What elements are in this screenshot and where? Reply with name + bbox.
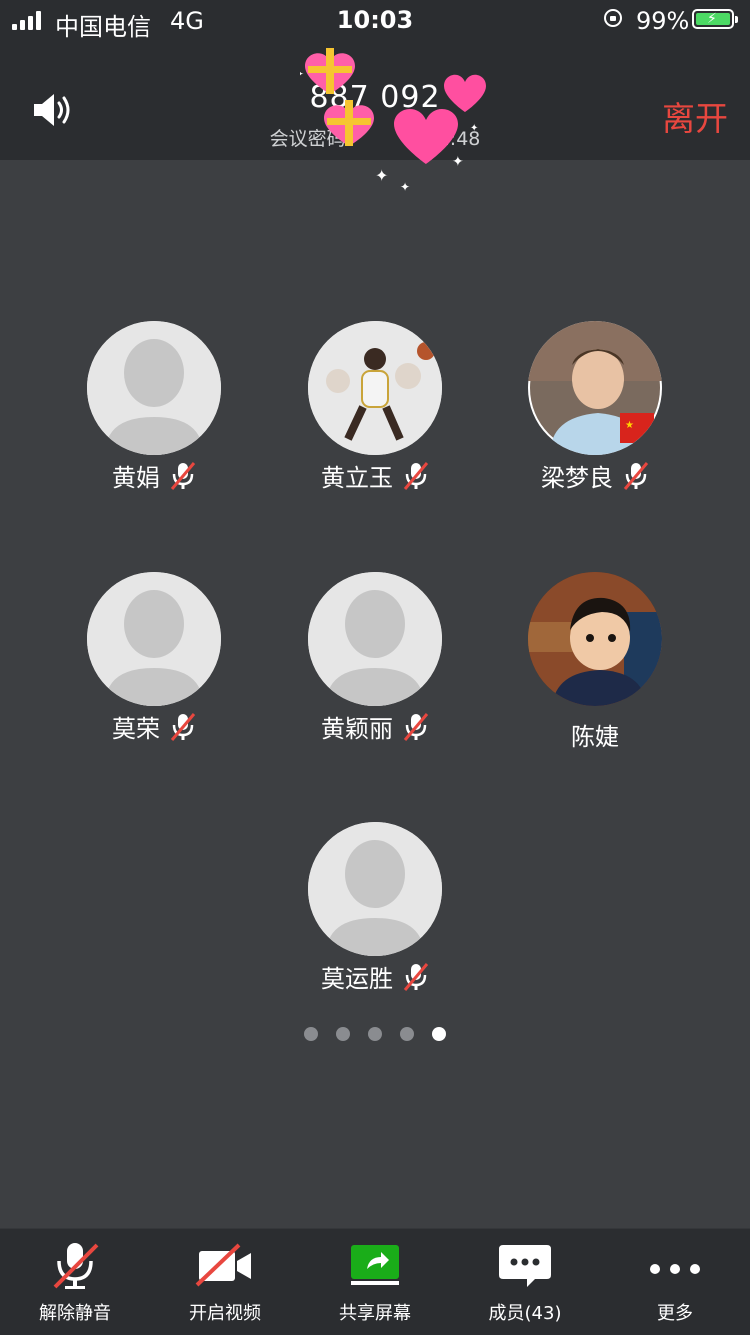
battery-percent: 99% [636,7,690,35]
meeting-toolbar: 解除静音 开启视频 共享屏幕 成员(43) 更多 [0,1228,750,1335]
participant-tile[interactable]: 莫荣 [54,572,254,772]
unmute-label: 解除静音 [39,1303,111,1324]
page-indicator[interactable] [0,1027,750,1041]
avatar [308,321,442,455]
participant-tile[interactable]: 黄娟 [54,321,254,521]
svg-text:✦: ✦ [375,166,388,185]
start-video-button[interactable]: 开启视频 [150,1229,300,1335]
person-silhouette-icon [308,572,442,706]
page-dot-active[interactable] [432,1027,446,1041]
mic-muted-icon [623,461,649,490]
participant-name: 陈婕 [571,723,619,751]
meeting-header: 887 092 会议密码 2:48 离开 [0,42,750,160]
share-screen-label: 共享屏幕 [339,1303,411,1324]
avatar [87,572,221,706]
avatar [308,822,442,956]
members-chat-icon [499,1245,551,1287]
mic-muted-icon [403,962,429,991]
page-dot[interactable] [304,1027,318,1041]
participant-tile[interactable]: ★ 梁梦良 [495,321,695,521]
meeting-password-label: 会议密码 [269,128,346,150]
page-dot[interactable] [336,1027,350,1041]
participant-tile[interactable]: 黄颖丽 [275,572,475,772]
participant-tile[interactable]: 陈婕 [495,572,695,772]
share-screen-icon [351,1245,399,1285]
participant-name: 莫运胜 [321,965,393,993]
members-button[interactable]: 成员(43) [450,1229,600,1335]
more-label: 更多 [657,1303,693,1324]
page-dot[interactable] [368,1027,382,1041]
meeting-id: 887 092 [309,80,441,115]
participant-tile[interactable]: 莫运胜 [275,822,475,1022]
page-dot[interactable] [400,1027,414,1041]
members-label: 成员(43) [488,1303,562,1324]
participant-name: 梁梦良 [541,464,613,492]
basketball-player-photo [308,321,442,455]
mic-muted-icon [170,712,196,741]
video-off-icon [195,1243,251,1287]
boy-photo: ★ [528,321,662,455]
status-bar: 中国电信 4G 10:03 99% ⚡ [0,0,750,42]
unmute-button[interactable]: 解除静音 [0,1229,150,1335]
mic-muted-icon [403,461,429,490]
more-button[interactable]: 更多 [600,1229,750,1335]
avatar [308,572,442,706]
avatar [528,572,662,706]
participant-name: 黄娟 [112,464,160,492]
person-silhouette-icon [87,572,221,706]
participant-name: 黄颖丽 [321,715,393,743]
child-photo [528,572,662,706]
meeting-subtitle: 会议密码 2:48 [0,124,750,151]
person-silhouette-icon [87,321,221,455]
avatar: ★ [528,321,662,455]
participant-tile[interactable]: 黄立玉 [275,321,475,521]
more-dots-icon [650,1264,700,1274]
mic-muted-icon [170,461,196,490]
person-silhouette-icon [308,822,442,956]
battery-icon: ⚡ [692,9,738,29]
rotation-lock-icon [604,9,622,27]
svg-text:★: ★ [625,420,634,431]
meeting-elapsed: 2:48 [437,128,481,150]
avatar [87,321,221,455]
mic-muted-icon [403,712,429,741]
start-video-label: 开启视频 [189,1303,261,1324]
participant-name: 莫荣 [112,715,160,743]
mic-muted-icon [53,1243,99,1289]
participant-name: 黄立玉 [321,464,393,492]
svg-text:✦: ✦ [400,180,410,194]
share-screen-button[interactable]: 共享屏幕 [300,1229,450,1335]
leave-button[interactable]: 离开 [662,92,728,140]
